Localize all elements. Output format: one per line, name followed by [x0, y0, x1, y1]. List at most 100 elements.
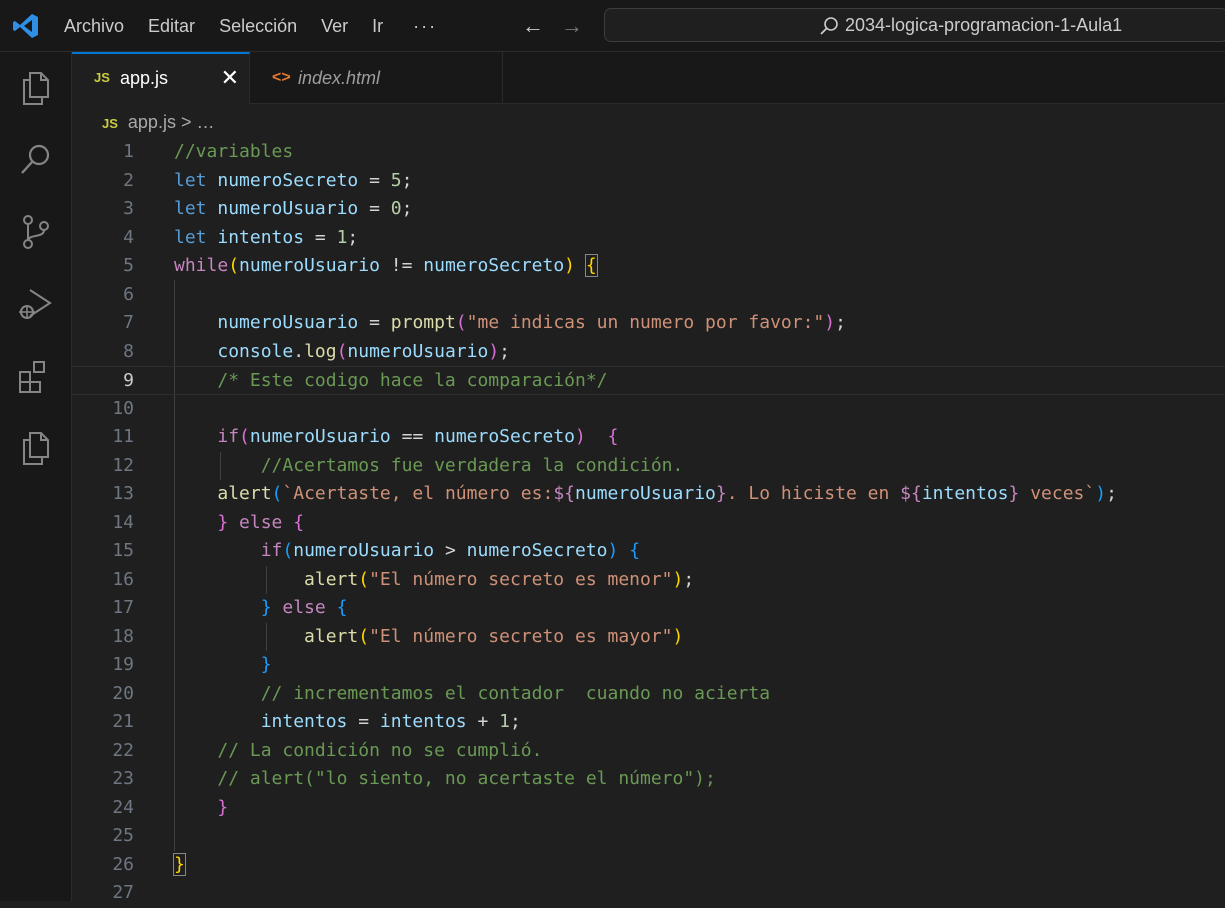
- line-number: 17: [112, 597, 134, 618]
- code-line[interactable]: 25: [72, 822, 1225, 851]
- code-line[interactable]: 8 console.log(numeroUsuario);: [72, 338, 1225, 367]
- line-number: 27: [112, 882, 134, 903]
- line-number: 21: [112, 711, 134, 732]
- menu-bar: Archivo Editar Selección Ver Ir ···: [64, 14, 461, 38]
- code-text: if(numeroUsuario > numeroSecreto) {: [260, 540, 641, 561]
- code-line[interactable]: 11 if(numeroUsuario == numeroSecreto) {: [72, 423, 1225, 452]
- code-text: console.log(numeroUsuario);: [217, 340, 510, 362]
- command-center-search[interactable]: 2034-logica-programacion-1-Aula1: [604, 8, 1225, 42]
- code-text: // alert("lo siento, no acertaste el núm…: [217, 768, 716, 789]
- line-number: 13: [112, 483, 134, 504]
- code-text: numeroUsuario = prompt("me indicas un nu…: [217, 312, 846, 333]
- code-text: } else {: [260, 597, 348, 618]
- menu-item-seleccion[interactable]: Selección: [219, 14, 297, 38]
- tab-index-html[interactable]: <> index.html: [250, 52, 503, 104]
- line-number: 3: [123, 198, 134, 219]
- javascript-file-icon: JS: [94, 70, 110, 85]
- code-text: alert(`Acertaste, el número es:${numeroU…: [217, 483, 1117, 504]
- code-line[interactable]: 2 let numeroSecreto = 5;: [72, 167, 1225, 196]
- line-number: 20: [112, 682, 134, 704]
- code-line[interactable]: 21 intentos = intentos + 1;: [72, 708, 1225, 737]
- code-editor[interactable]: 1 //variables 2 let numeroSecreto = 5; 3 let …: [72, 138, 1225, 903]
- code-line[interactable]: 6: [72, 281, 1225, 310]
- code-line[interactable]: 20 // incrementamos el contador cuando n…: [72, 680, 1225, 709]
- menu-item-ver[interactable]: Ver: [321, 14, 348, 38]
- line-number: 12: [112, 454, 134, 476]
- line-number: 7: [123, 312, 134, 333]
- code-text: alert("El número secreto es mayor"): [304, 625, 684, 647]
- tab-label: index.html: [298, 68, 381, 88]
- line-number: 22: [112, 739, 134, 761]
- line-number: 23: [112, 768, 134, 789]
- menu-item-ir[interactable]: Ir: [372, 14, 383, 38]
- vscode-logo-icon[interactable]: [12, 12, 40, 40]
- code-line[interactable]: 12 //Acertamos fue verdadera la condició…: [72, 452, 1225, 481]
- forward-arrow-icon[interactable]: →: [561, 12, 583, 40]
- breadcrumb-separator[interactable]: > …: [176, 112, 215, 132]
- code-line[interactable]: 16 alert("El número secreto es menor");: [72, 566, 1225, 595]
- code-line[interactable]: 9 /* Este codigo hace la comparación*/: [72, 366, 1225, 395]
- remote-explorer-icon[interactable]: [16, 428, 56, 468]
- code-text: }: [173, 852, 186, 876]
- line-number: 10: [112, 397, 134, 419]
- code-text: let numeroUsuario = 0;: [174, 198, 413, 219]
- tab-app-js[interactable]: JS app.js ✕: [72, 52, 250, 104]
- code-line[interactable]: 7 numeroUsuario = prompt("me indicas un …: [72, 309, 1225, 338]
- code-line[interactable]: 3 let numeroUsuario = 0;: [72, 195, 1225, 224]
- code-text: while(numeroUsuario != numeroSecreto) {: [174, 254, 598, 277]
- code-text: // incrementamos el contador cuando no a…: [260, 682, 771, 704]
- code-line[interactable]: 13 alert(`Acertaste, el número es:${nume…: [72, 480, 1225, 509]
- code-line[interactable]: 1 //variables: [72, 138, 1225, 167]
- code-text: let numeroSecreto = 5;: [174, 169, 413, 191]
- code-line[interactable]: 18 alert("El número secreto es mayor"): [72, 623, 1225, 652]
- code-line[interactable]: 26}: [72, 851, 1225, 880]
- search-text: 2034-logica-programacion-1-Aula1: [845, 15, 1123, 35]
- code-text: } else {: [217, 511, 305, 533]
- line-number: 2: [123, 169, 134, 191]
- code-line[interactable]: 15 if(numeroUsuario > numeroSecreto) {: [72, 537, 1225, 566]
- code-text: //variables: [174, 141, 294, 162]
- line-number: 24: [112, 796, 134, 818]
- code-line[interactable]: 5 while(numeroUsuario != numeroSecreto) {: [72, 252, 1225, 281]
- line-number: 15: [112, 540, 134, 561]
- code-text: alert("El número secreto es menor");: [304, 568, 695, 590]
- menu-item-editar[interactable]: Editar: [148, 14, 195, 38]
- search-icon: [820, 17, 838, 35]
- line-number: 8: [123, 340, 134, 362]
- more-menu-icon[interactable]: ···: [413, 14, 437, 38]
- breadcrumb-file[interactable]: app.js: [128, 112, 176, 132]
- code-line[interactable]: 27: [72, 879, 1225, 908]
- extensions-icon[interactable]: [16, 356, 56, 396]
- search-icon[interactable]: [16, 140, 56, 180]
- source-control-icon[interactable]: [16, 212, 56, 252]
- line-number: 14: [112, 511, 134, 533]
- line-number: 26: [112, 853, 134, 875]
- code-text: }: [217, 796, 229, 818]
- code-line[interactable]: 23 // alert("lo siento, no acertaste el …: [72, 765, 1225, 794]
- code-line[interactable]: 10: [72, 395, 1225, 424]
- back-arrow-icon[interactable]: ←: [522, 12, 544, 40]
- code-line[interactable]: 19 }: [72, 651, 1225, 680]
- editor-tab-bar: JS app.js ✕ <> index.html: [72, 52, 1225, 104]
- breadcrumb: JS app.js > …: [102, 110, 214, 136]
- line-number: 19: [112, 654, 134, 675]
- activity-bar: [0, 52, 72, 901]
- line-number: 16: [112, 568, 134, 590]
- code-line[interactable]: 22 // La condición no se cumplió.: [72, 737, 1225, 766]
- code-text: // La condición no se cumplió.: [217, 739, 543, 761]
- line-number: 18: [112, 625, 134, 647]
- line-number: 4: [123, 226, 134, 248]
- title-bar: Archivo Editar Selección Ver Ir ··· ← → …: [0, 0, 1225, 52]
- code-line[interactable]: 24 }: [72, 794, 1225, 823]
- html-file-icon: <>: [272, 69, 291, 86]
- code-line[interactable]: 4 let intentos = 1;: [72, 224, 1225, 253]
- explorer-files-icon[interactable]: [16, 68, 56, 108]
- menu-item-archivo[interactable]: Archivo: [64, 14, 124, 38]
- code-line[interactable]: 14 } else {: [72, 509, 1225, 538]
- code-line[interactable]: 17 } else {: [72, 594, 1225, 623]
- line-number: 1: [123, 141, 134, 162]
- close-tab-icon[interactable]: ✕: [221, 54, 239, 102]
- code-text: intentos = intentos + 1;: [260, 711, 521, 732]
- run-debug-icon[interactable]: [16, 284, 56, 324]
- line-number: 6: [123, 283, 134, 305]
